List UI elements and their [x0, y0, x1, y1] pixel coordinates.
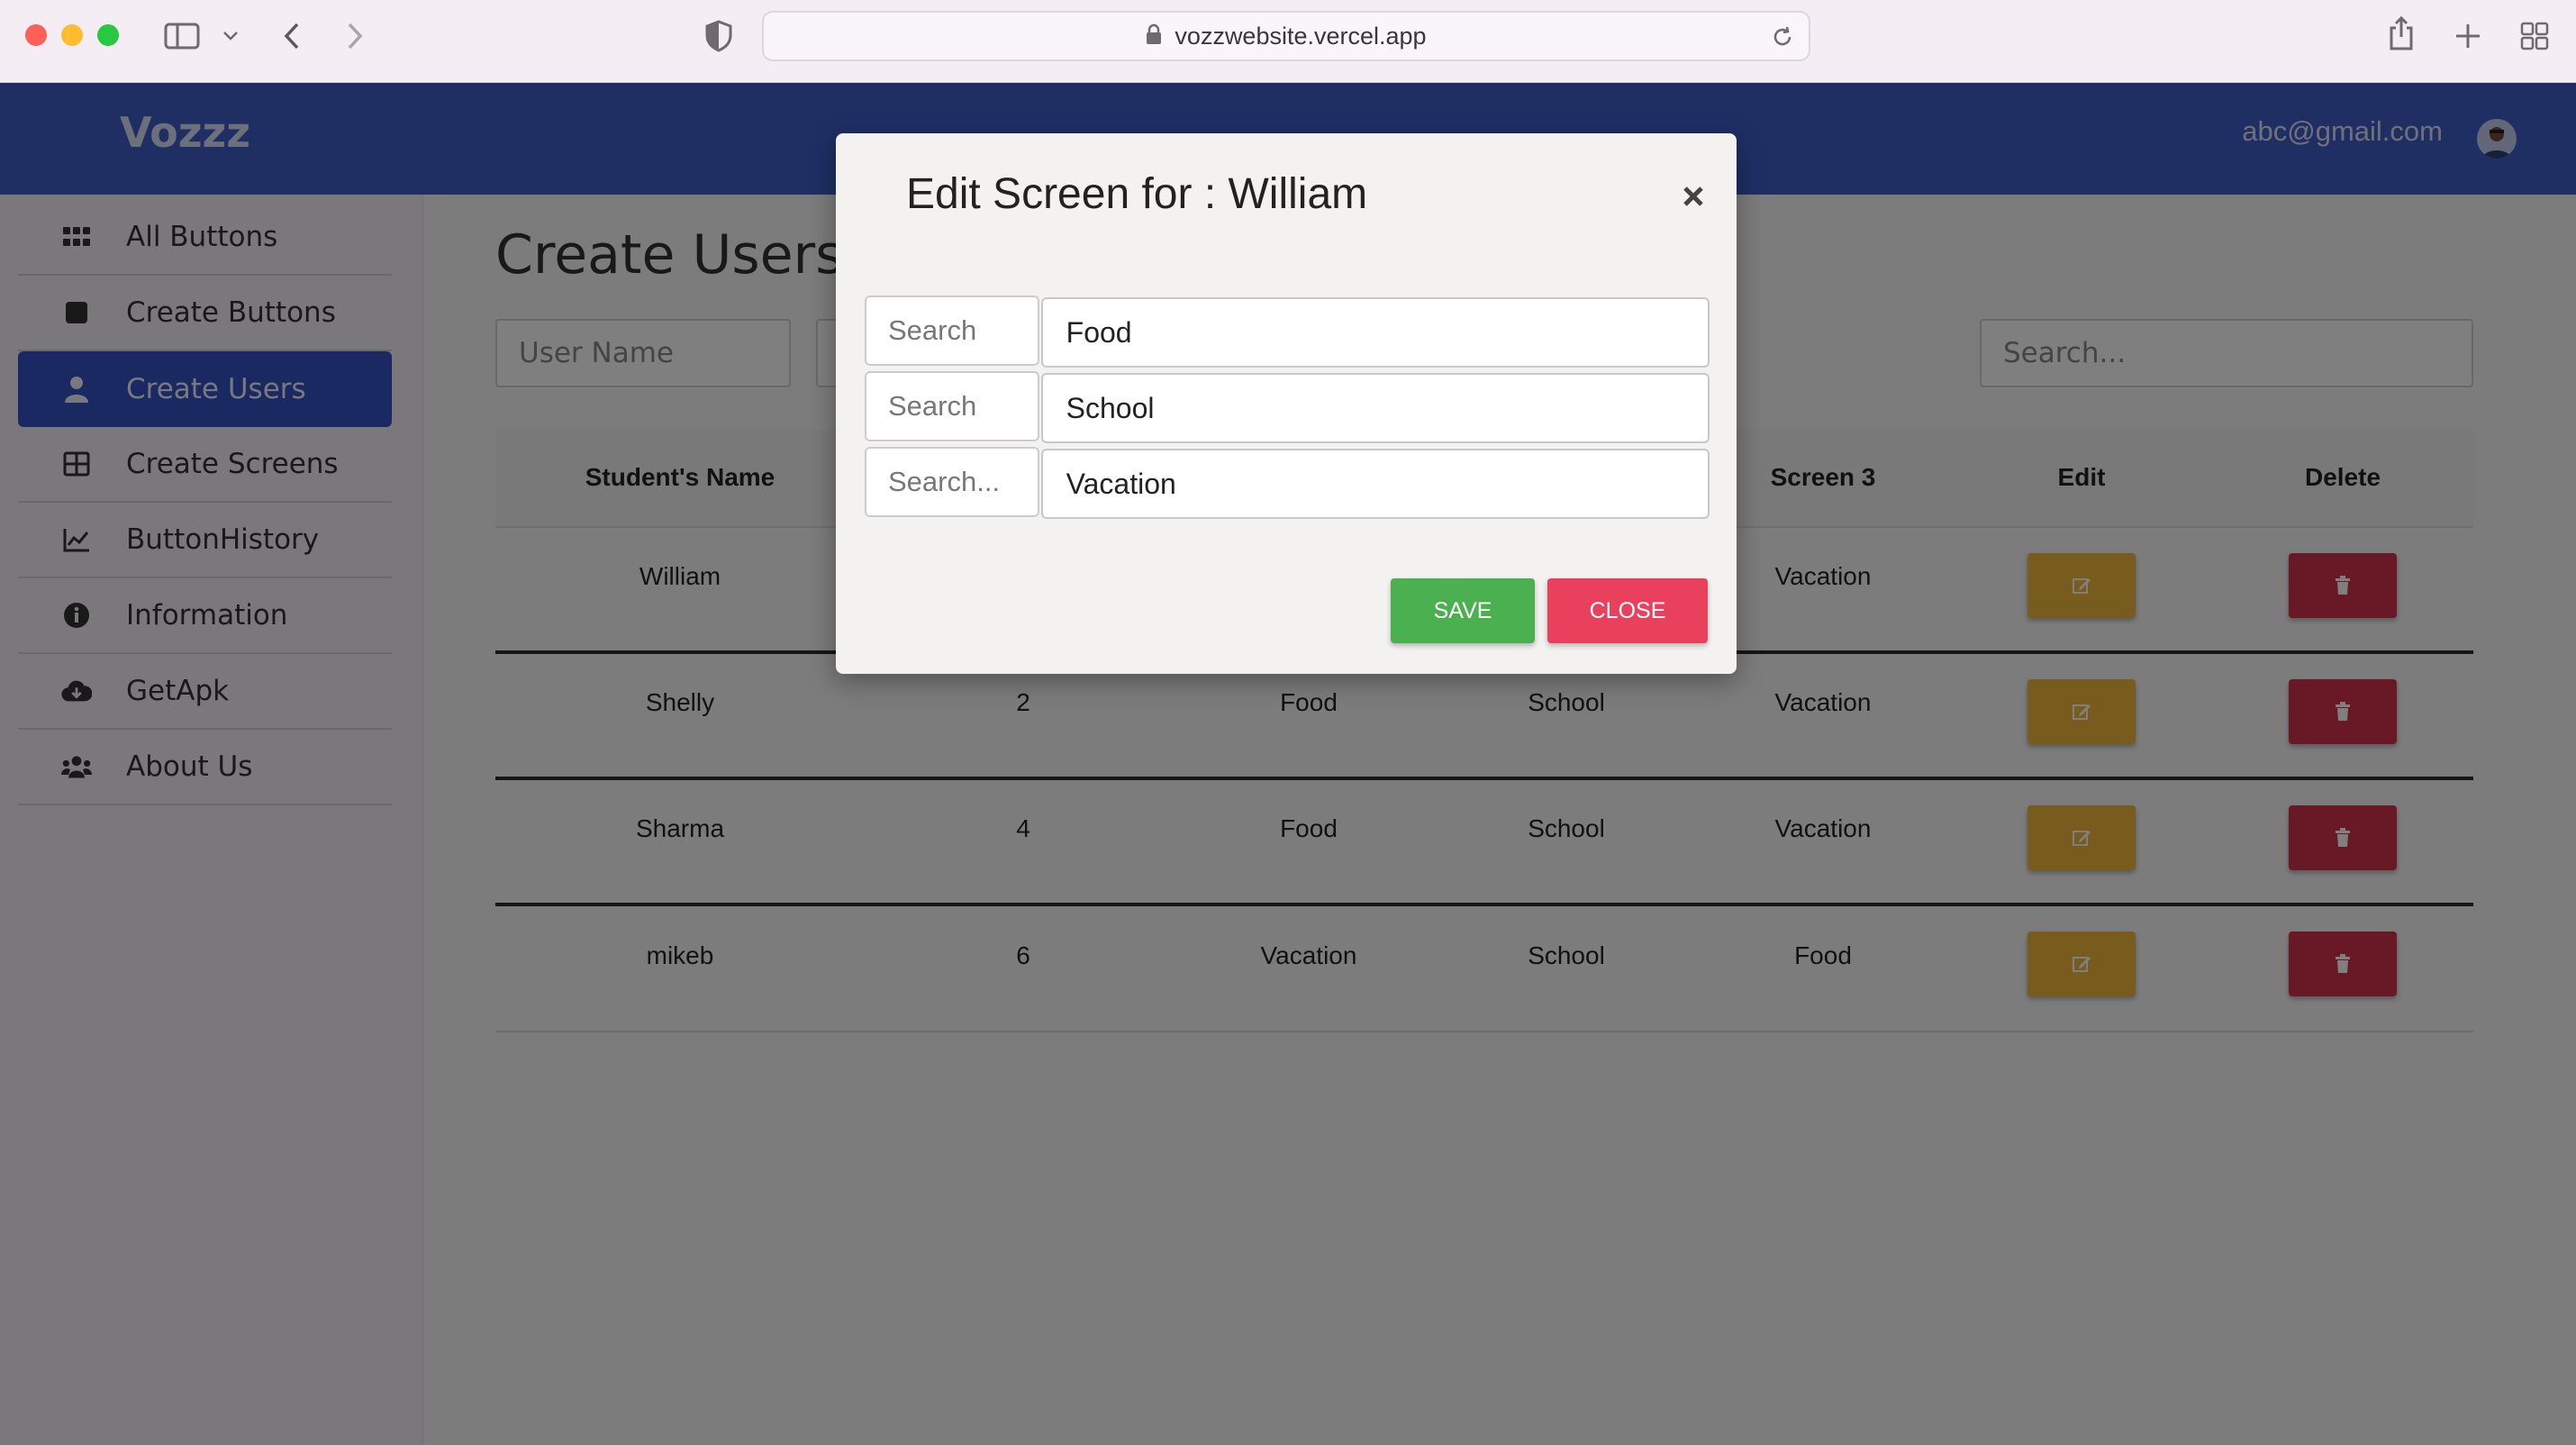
- share-icon[interactable]: [2383, 13, 2419, 54]
- screen-row-2: Search School: [865, 371, 1710, 445]
- save-button[interactable]: SAVE: [1391, 578, 1535, 643]
- minimize-window-button[interactable]: [61, 24, 83, 46]
- chevron-down-icon[interactable]: [220, 25, 241, 47]
- search-input[interactable]: Search: [865, 295, 1039, 366]
- search-input[interactable]: Search: [865, 371, 1039, 441]
- tab-overview-icon[interactable]: [2517, 18, 2553, 54]
- back-icon[interactable]: [276, 18, 308, 54]
- close-window-button[interactable]: [25, 24, 47, 46]
- reload-icon[interactable]: [1771, 25, 1794, 53]
- forward-icon[interactable]: [339, 18, 371, 54]
- modal-title: Edit Screen for : William: [906, 170, 1368, 218]
- screen-select-1[interactable]: Food: [1040, 297, 1710, 368]
- url-text: vozzwebsite.vercel.app: [1175, 22, 1427, 50]
- maximize-window-button[interactable]: [97, 24, 119, 46]
- cancel-button[interactable]: CLOSE: [1547, 578, 1708, 643]
- screen-row-1: Search Food: [865, 295, 1710, 369]
- privacy-shield-icon[interactable]: [703, 18, 735, 54]
- new-tab-icon[interactable]: [2450, 18, 2486, 54]
- screen-select-3[interactable]: Vacation: [1040, 449, 1710, 519]
- edit-screen-modal: Edit Screen for : William Search Food Se…: [836, 133, 1737, 674]
- address-bar[interactable]: vozzwebsite.vercel.app: [762, 11, 1810, 61]
- search-input[interactable]: Search...: [865, 447, 1039, 517]
- browser-toolbar: vozzwebsite.vercel.app: [0, 0, 2576, 83]
- lock-icon: [1146, 23, 1162, 50]
- sidebar-toggle-icon[interactable]: [162, 18, 202, 54]
- close-icon[interactable]: [1677, 180, 1710, 213]
- screen-select-2[interactable]: School: [1040, 373, 1710, 443]
- screen-row-3: Search... Vacation: [865, 447, 1710, 521]
